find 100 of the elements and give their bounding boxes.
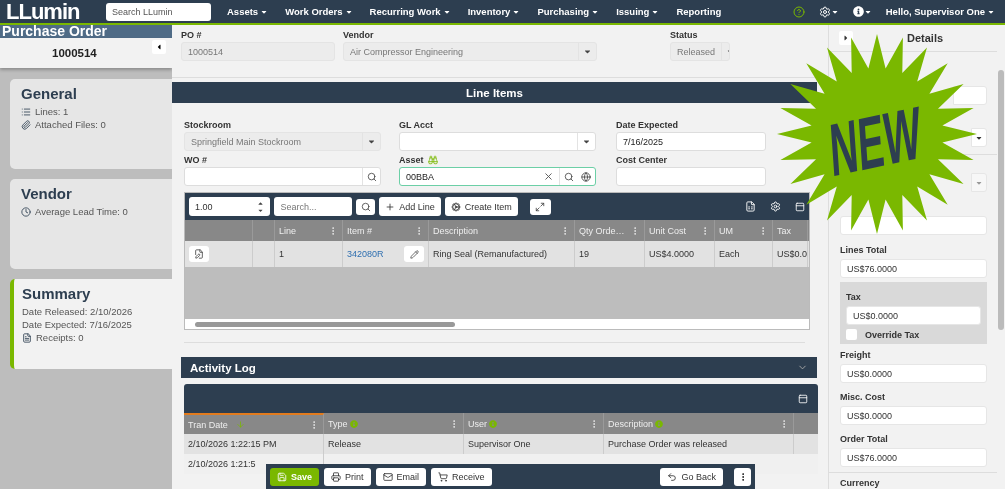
column-header: Unit Cost [649,225,686,236]
plus-icon [385,201,396,212]
input-field[interactable]: US$0.0000 [846,306,981,325]
dropdown-field[interactable]: Released [670,42,730,61]
search-icon[interactable] [366,171,377,182]
field-label: WO # [184,155,207,165]
input-field[interactable]: US$76.0000 [840,259,987,278]
field-label: Stockroom [184,120,231,130]
input-field[interactable] [616,167,766,186]
column-header: Item # [347,225,372,236]
input-field[interactable]: US$76.0000 [840,448,987,467]
field-label: Date Expected [616,120,679,130]
mail-icon [382,471,393,482]
card-text: Receipts: 0 [36,332,84,343]
caret-icon [367,137,376,146]
gear-icon [450,201,461,212]
search-field[interactable]: Search LLumin [106,2,211,21]
card-text: Date Released: 2/10/2026 [22,306,133,317]
edit-row-button[interactable] [189,246,209,262]
input-field[interactable] [184,167,381,186]
caret-icon [842,34,850,42]
field-label: Lines Total [840,245,887,256]
info-icon[interactable] [852,6,864,17]
collapse-button[interactable] [152,40,166,54]
toolbar-button[interactable]: Create Item [444,197,518,216]
paperclip-icon [21,119,31,130]
binoculars-icon [427,155,438,165]
help-icon[interactable] [792,5,805,18]
window-icon[interactable] [798,393,808,404]
field-label: Order Total [840,434,888,445]
globe-icon[interactable] [581,171,591,182]
cart-icon [438,471,449,482]
action-button[interactable]: Go Back [660,467,723,486]
search-icon [360,201,371,212]
action-button[interactable]: Email [375,467,427,486]
nav-menu[interactable]: Purchasing [537,6,600,17]
field-label: Status [670,30,698,40]
expand-button[interactable] [839,31,853,45]
spreadsheet-icon[interactable] [745,201,756,212]
nav-menu[interactable]: Assets [227,6,269,17]
table-cell: Ring Seal (Remanufactured) [433,249,548,259]
action-button[interactable]: Receive [431,467,492,486]
nav-menu[interactable]: Recurring Work [369,6,451,17]
table-cell: Supervisor One [468,439,531,449]
card-text: Average Lead Time: 0 [35,206,128,217]
dropdown-field[interactable] [971,128,987,147]
sort-icon[interactable] [235,420,245,429]
nav-menu[interactable]: Issuing [616,6,660,17]
column-header: User [468,418,487,429]
dropdown-field[interactable]: Air Compressor Engineering [343,42,597,61]
table-cell: 2/10/2026 1:22:15 PM [188,439,277,449]
edit-button[interactable] [404,246,424,262]
search-field[interactable]: Search... [274,197,352,216]
input-field[interactable] [840,216,987,235]
expand-button[interactable] [529,198,551,215]
settings-icon[interactable] [770,201,781,212]
nav-menu[interactable]: Inventory [467,6,521,17]
field-label: Currency [840,478,880,489]
clear-icon[interactable] [543,171,554,182]
window-icon[interactable] [795,201,805,212]
item-link[interactable]: 342080R [347,249,384,259]
dropdown-field[interactable] [399,132,596,151]
field-label: Misc. Cost [840,392,885,403]
info-icon [655,419,664,428]
search-button[interactable] [355,198,376,215]
card-text: Date Expected: 7/16/2025 [22,319,132,330]
input-field[interactable]: US$0.0000 [840,364,987,383]
input-field[interactable]: 00BBA [399,167,596,186]
more-button[interactable] [734,467,751,486]
caret-icon [582,137,591,146]
info-icon [489,419,497,428]
nav-menu[interactable]: Reporting [676,6,722,17]
toolbar-button[interactable]: Add Line [379,197,441,216]
user-menu[interactable]: Hello, Supervisor One [885,6,995,17]
scrollbar-thumb[interactable] [998,70,1004,330]
checkbox[interactable] [846,329,857,340]
nav-menu[interactable]: Work Orders [285,6,353,17]
document-icon [22,332,32,343]
input-field[interactable]: 1000514 [181,42,335,61]
settings-icon[interactable] [818,5,831,18]
clock-icon [21,206,31,217]
column-header: UM [719,225,733,236]
edit-document-icon [194,249,204,259]
card-title: General [21,85,78,102]
input-field[interactable]: 7/16/2025 [616,132,766,151]
search-icon[interactable] [563,171,574,182]
field-label: Freight [840,350,871,361]
dropdown-field[interactable] [971,173,987,192]
table-cell: 19 [579,249,589,259]
quantity-field[interactable]: 1.00 [189,197,271,216]
input-field[interactable] [953,86,987,105]
action-button[interactable]: Print [324,467,371,486]
info-icon [349,419,358,428]
field-label: Cost Center [616,155,667,165]
input-field[interactable]: US$0.0000 [840,406,987,425]
card-text: Lines: 1 [35,106,69,117]
scrollbar-thumb[interactable] [195,321,455,327]
field-label: PO # [181,30,202,40]
table-cell: US$4.0000 [649,249,695,259]
table-cell: Purchase Order was released [608,439,728,449]
